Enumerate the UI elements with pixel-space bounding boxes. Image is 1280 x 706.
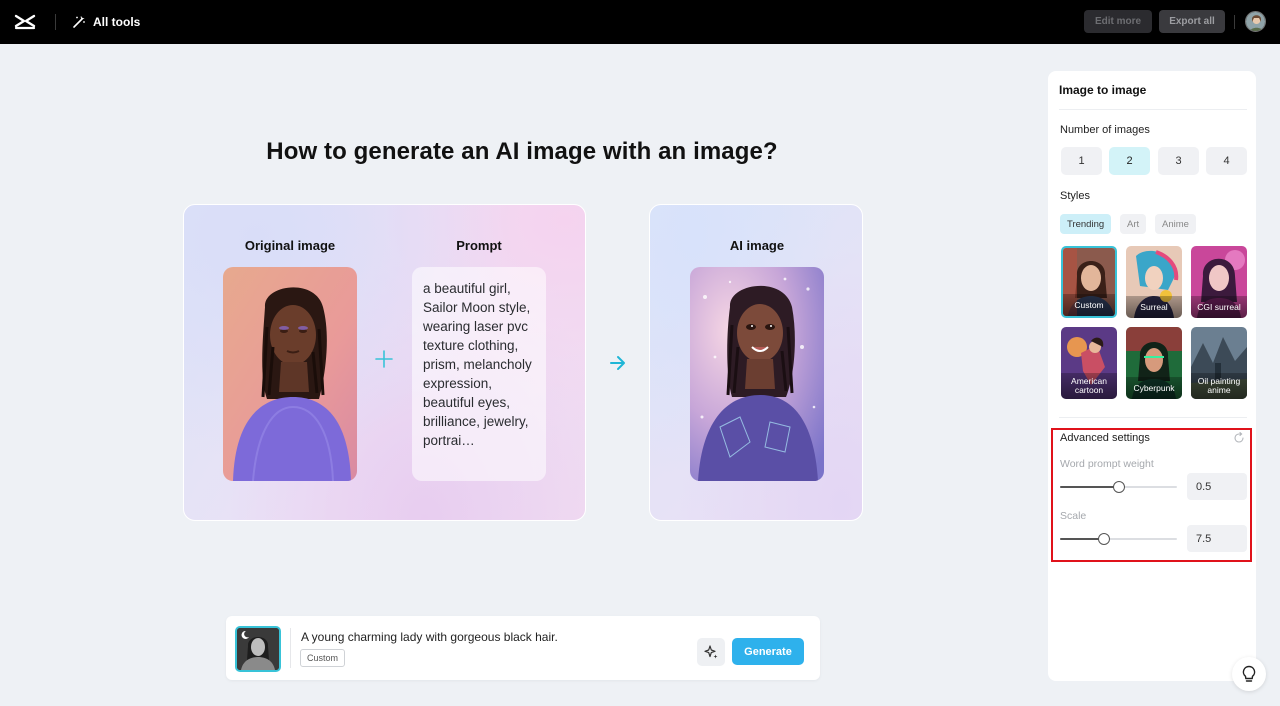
style-tile-american-cartoon[interactable]: American cartoon — [1061, 327, 1117, 399]
tab-trending[interactable]: Trending — [1060, 214, 1112, 234]
slider-fill — [1060, 486, 1119, 488]
all-tools-label: All tools — [93, 15, 141, 29]
prompt-bar: A young charming lady with gorgeous blac… — [226, 616, 820, 680]
page-title: How to generate an AI image with an imag… — [266, 138, 778, 165]
topbar-divider-right — [1234, 15, 1235, 29]
panel-divider — [1059, 417, 1247, 418]
arrow-right-icon — [610, 356, 625, 370]
slider-handle[interactable] — [1113, 481, 1125, 493]
panel-title: Image to image — [1059, 83, 1147, 97]
style-tile-oil-painting-anime[interactable]: Oil painting anime — [1191, 327, 1247, 399]
ai-image — [690, 267, 824, 481]
word-prompt-weight-input[interactable]: 0.5 — [1187, 473, 1247, 500]
example-prompt-text: a beautiful girl, Sailor Moon style, wea… — [412, 267, 546, 481]
panel-divider — [1059, 109, 1247, 110]
ai-image-label: AI image — [729, 238, 785, 253]
number-option-1[interactable]: 1 — [1061, 147, 1102, 175]
style-tile-label: Cyberpunk — [1126, 377, 1182, 399]
lightbulb-icon — [1242, 665, 1256, 682]
prompt-enhance-button[interactable] — [697, 638, 725, 666]
tab-art[interactable]: Art — [1120, 214, 1147, 234]
scale-label: Scale — [1060, 510, 1087, 522]
number-option-2[interactable]: 2 — [1109, 147, 1150, 175]
original-image-label: Original image — [244, 238, 336, 253]
prompt-bar-divider — [290, 628, 291, 668]
all-tools-button[interactable]: All tools — [72, 13, 140, 31]
number-option-4[interactable]: 4 — [1206, 147, 1247, 175]
style-tile-label: Surreal — [1126, 296, 1182, 318]
prompt-input[interactable]: A young charming lady with gorgeous blac… — [301, 630, 558, 644]
settings-panel: Image to image Number of images 1 2 3 4 … — [1048, 71, 1256, 681]
slider-handle[interactable] — [1098, 533, 1110, 545]
style-chip[interactable]: Custom — [300, 649, 346, 667]
word-prompt-weight-slider[interactable] — [1060, 481, 1177, 493]
style-tile-custom[interactable]: Custom — [1061, 246, 1117, 318]
style-tile-label: Oil painting anime — [1191, 373, 1247, 399]
word-prompt-weight-label: Word prompt weight — [1060, 458, 1154, 470]
reset-icon[interactable] — [1233, 432, 1245, 444]
original-image — [223, 267, 357, 481]
number-option-3[interactable]: 3 — [1158, 147, 1199, 175]
scale-input[interactable]: 7.5 — [1187, 525, 1247, 552]
style-tile-cyberpunk[interactable]: Cyberpunk — [1126, 327, 1182, 399]
number-of-images-label: Number of images — [1060, 124, 1150, 136]
generate-button[interactable]: Generate — [732, 638, 804, 665]
user-avatar[interactable] — [1245, 11, 1266, 32]
example-input-card: Original image Prompt a beautiful girl, … — [183, 204, 586, 521]
style-tile-cgi-surreal[interactable]: CGI surreal — [1191, 246, 1247, 318]
styles-label: Styles — [1060, 190, 1090, 202]
magic-wand-icon — [73, 16, 85, 28]
plus-icon — [375, 350, 393, 368]
example-output-card: AI image — [649, 204, 863, 521]
tips-button[interactable] — [1232, 657, 1266, 691]
style-tile-label: American cartoon — [1061, 373, 1117, 399]
sparkle-icon — [704, 645, 718, 659]
moon-icon — [241, 630, 249, 639]
capcut-logo-icon[interactable] — [14, 11, 36, 33]
topbar-divider — [55, 14, 56, 30]
style-tile-label: CGI surreal — [1191, 296, 1247, 318]
top-bar: All tools Edit more Export all — [0, 0, 1280, 44]
prompt-label: Prompt — [456, 238, 502, 253]
edit-more-button[interactable]: Edit more — [1084, 10, 1152, 33]
advanced-settings-label: Advanced settings — [1060, 432, 1150, 444]
scale-slider[interactable] — [1060, 533, 1177, 545]
tab-anime[interactable]: Anime — [1155, 214, 1196, 234]
export-all-button[interactable]: Export all — [1159, 10, 1225, 33]
style-tile-label: Custom — [1063, 294, 1115, 316]
uploaded-image-thumbnail[interactable] — [235, 626, 281, 672]
style-tile-surreal[interactable]: Surreal — [1126, 246, 1182, 318]
